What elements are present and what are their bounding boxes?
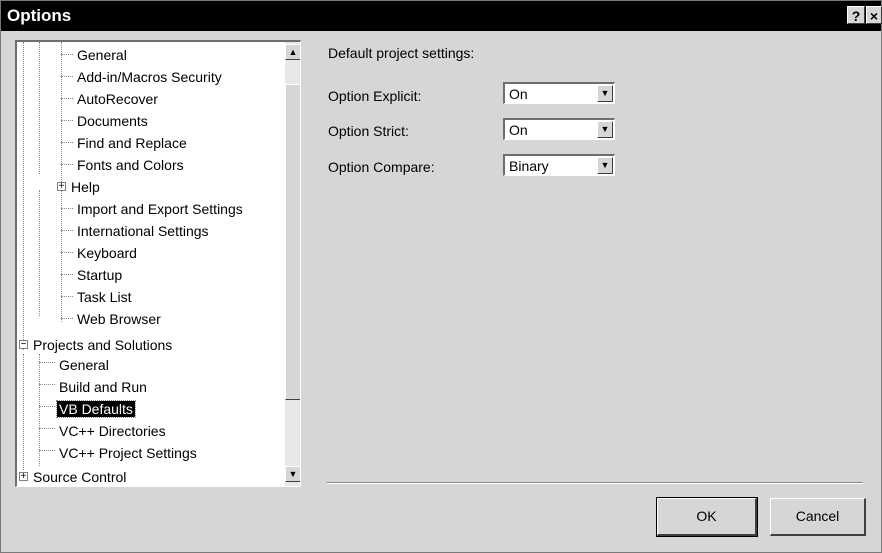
option-explicit-select[interactable]: On ▼ bbox=[503, 82, 615, 104]
tree-line bbox=[61, 230, 73, 231]
tree-item-label: Help bbox=[71, 179, 100, 195]
close-button[interactable]: × bbox=[866, 6, 882, 24]
tree-item-vc-project-settings[interactable]: VC++ Project Settings bbox=[57, 444, 199, 464]
options-tree[interactable]: + − + General Add-in/Macros Security Aut… bbox=[15, 40, 301, 487]
chevron-down-icon[interactable]: ▼ bbox=[597, 157, 613, 174]
tree-item-fonts-and-colors[interactable]: Fonts and Colors bbox=[75, 156, 186, 176]
chevron-down-icon[interactable]: ▼ bbox=[597, 85, 613, 102]
tree-item-projects-and-solutions[interactable]: Projects and Solutions bbox=[31, 336, 174, 356]
option-explicit-value: On bbox=[509, 86, 528, 102]
tree-line bbox=[61, 164, 73, 165]
cancel-button[interactable]: Cancel bbox=[770, 498, 866, 536]
window-title: Options bbox=[7, 6, 72, 25]
tree-item-task-list[interactable]: Task List bbox=[75, 288, 133, 308]
tree-line bbox=[39, 42, 40, 174]
tree-item-general[interactable]: General bbox=[75, 46, 129, 66]
tree-item-build-and-run[interactable]: Build and Run bbox=[57, 378, 149, 398]
tree-item-help[interactable]: Help bbox=[69, 178, 102, 198]
tree-line bbox=[39, 428, 55, 429]
option-compare-value: Binary bbox=[509, 158, 549, 174]
collapse-projects-icon[interactable]: − bbox=[19, 340, 28, 350]
tree-item-label: Find and Replace bbox=[77, 135, 187, 151]
help-button[interactable]: ? bbox=[847, 6, 865, 24]
tree-item-label: Documents bbox=[77, 113, 148, 129]
tree-item-keyboard[interactable]: Keyboard bbox=[75, 244, 139, 264]
tree-item-label: Add-in/Macros Security bbox=[77, 69, 222, 85]
tree-line bbox=[39, 406, 55, 407]
tree-item-addin-macros-security[interactable]: Add-in/Macros Security bbox=[75, 68, 224, 88]
tree-item-label: International Settings bbox=[77, 223, 209, 239]
tree-item-autorecover[interactable]: AutoRecover bbox=[75, 90, 160, 110]
options-dialog: Options ? × + − + General Add-in/Macros … bbox=[0, 0, 882, 553]
tree-line bbox=[61, 98, 73, 99]
tree-item-vb-defaults[interactable]: VB Defaults bbox=[56, 400, 136, 420]
tree-item-label: General bbox=[77, 47, 127, 63]
tree-line bbox=[61, 252, 73, 253]
option-strict-select[interactable]: On ▼ bbox=[503, 118, 615, 140]
tree-line bbox=[39, 190, 40, 316]
tree-line bbox=[61, 318, 73, 319]
tree-line bbox=[61, 76, 73, 77]
tree-item-label: VC++ Project Settings bbox=[59, 445, 197, 461]
option-compare-select[interactable]: Binary ▼ bbox=[503, 154, 615, 176]
tree-item-international-settings[interactable]: International Settings bbox=[75, 222, 211, 242]
scroll-down-arrow-icon[interactable]: ▼ bbox=[285, 466, 300, 482]
tree-line bbox=[23, 354, 24, 470]
tree-item-startup[interactable]: Startup bbox=[75, 266, 124, 286]
tree-item-web-browser[interactable]: Web Browser bbox=[75, 310, 163, 330]
tree-line bbox=[61, 208, 73, 209]
ok-button[interactable]: OK bbox=[656, 497, 758, 537]
option-explicit-label: Option Explicit: bbox=[328, 88, 422, 104]
tree-item-find-and-replace[interactable]: Find and Replace bbox=[75, 134, 189, 154]
tree-item-label: Keyboard bbox=[77, 245, 137, 261]
tree-item-label: AutoRecover bbox=[77, 91, 158, 107]
tree-scrollbar[interactable]: ▲ ▼ bbox=[285, 42, 300, 486]
tree-item-documents[interactable]: Documents bbox=[75, 112, 150, 132]
tree-item-label: Import and Export Settings bbox=[77, 201, 243, 217]
tree-item-label: Web Browser bbox=[77, 311, 161, 327]
tree-item-label: Fonts and Colors bbox=[77, 157, 184, 173]
tree-line bbox=[39, 450, 55, 451]
tree-line bbox=[23, 42, 24, 350]
title-bar[interactable]: Options ? × bbox=[1, 1, 882, 31]
tree-item-label: Build and Run bbox=[59, 379, 147, 395]
tree-item-label: Source Control bbox=[33, 469, 127, 485]
scroll-thumb[interactable] bbox=[285, 84, 300, 400]
tree-item-projects-general[interactable]: General bbox=[57, 356, 111, 376]
tree-item-label: Projects and Solutions bbox=[33, 337, 173, 353]
tree-line bbox=[61, 142, 73, 143]
option-strict-label: Option Strict: bbox=[328, 123, 409, 139]
chevron-down-icon[interactable]: ▼ bbox=[597, 121, 613, 138]
tree-item-label: Task List bbox=[77, 289, 132, 305]
tree-item-import-export-settings[interactable]: Import and Export Settings bbox=[75, 200, 245, 220]
tree-item-label: General bbox=[59, 357, 109, 373]
tree-line bbox=[61, 54, 73, 55]
tree-line bbox=[39, 384, 55, 385]
divider bbox=[327, 482, 863, 484]
tree-line bbox=[61, 274, 73, 275]
expand-help-icon[interactable]: + bbox=[57, 182, 66, 192]
tree-item-label: VC++ Directories bbox=[59, 423, 166, 439]
tree-item-vc-directories[interactable]: VC++ Directories bbox=[57, 422, 168, 442]
tree-item-label: Startup bbox=[77, 267, 123, 283]
expand-source-control-icon[interactable]: + bbox=[19, 472, 28, 482]
tree-line bbox=[61, 120, 73, 121]
tree-line bbox=[39, 362, 55, 363]
option-strict-value: On bbox=[509, 122, 528, 138]
scroll-up-arrow-icon[interactable]: ▲ bbox=[285, 44, 300, 60]
option-compare-label: Option Compare: bbox=[328, 159, 435, 175]
tree-item-source-control[interactable]: Source Control bbox=[31, 468, 128, 486]
settings-heading: Default project settings: bbox=[328, 45, 475, 61]
tree-item-label: VB Defaults bbox=[56, 400, 136, 418]
tree-line bbox=[61, 296, 73, 297]
